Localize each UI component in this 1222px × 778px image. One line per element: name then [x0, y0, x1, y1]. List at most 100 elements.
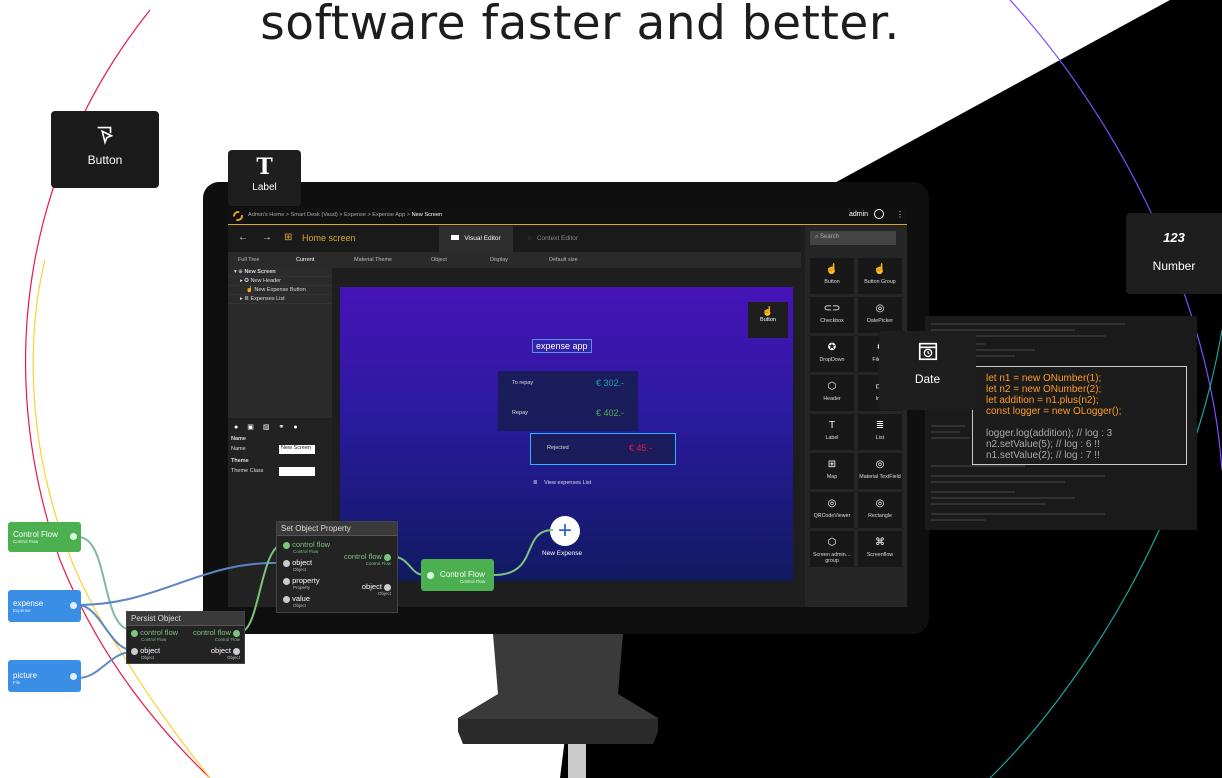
- material-theme-select[interactable]: Material Theme: [354, 252, 392, 268]
- output-port-row[interactable]: object Object: [362, 582, 391, 596]
- palette-item-label: Checkbox: [820, 318, 844, 324]
- palette-item[interactable]: T Label: [810, 414, 854, 450]
- code-line: n1.setValue(2); // log : 7 !!: [986, 450, 1100, 461]
- palette-item-label: QRCodeViewer: [813, 513, 851, 519]
- port-label: object: [292, 558, 313, 567]
- current-tab[interactable]: Current: [296, 252, 314, 268]
- props-name-label: Name: [231, 446, 246, 452]
- node-expense-sub: Expense: [13, 608, 31, 613]
- floating-number-card[interactable]: 123 Number: [1126, 213, 1222, 294]
- code-line: let addition = n1.plus(n2);: [986, 395, 1099, 406]
- floating-button-card[interactable]: Button: [51, 111, 159, 188]
- tree-item[interactable]: ▸ ✪ New Header: [228, 277, 332, 286]
- palette-item[interactable]: ☝ Button: [810, 258, 854, 294]
- output-port-row[interactable]: control flow Control Flow: [193, 628, 240, 642]
- palette-item-label: Map: [826, 474, 838, 480]
- palette-item-icon: ✪: [827, 342, 837, 353]
- back-arrow-icon[interactable]: ←: [238, 232, 248, 243]
- palette-item[interactable]: ◎ QRCodeViewer: [810, 492, 854, 528]
- tab-context-label: Context Editor: [536, 235, 579, 242]
- view-expenses-link[interactable]: ≣ View expenses List: [533, 480, 591, 486]
- rejected-row-selected[interactable]: Rejected € 45.-: [530, 433, 676, 465]
- context-icon: ◌: [527, 235, 532, 242]
- input-port-row[interactable]: object Object: [283, 558, 312, 572]
- output-port[interactable]: [70, 673, 77, 680]
- expense-row: Repay € 402.-: [512, 408, 628, 424]
- node-title: Persist Object: [127, 612, 244, 626]
- size-select[interactable]: Default size: [549, 252, 578, 268]
- canvas-button-widget[interactable]: ☝ Button: [748, 302, 788, 338]
- input-port-row[interactable]: object Object: [131, 646, 160, 660]
- palette-item[interactable]: ⌘ Screenflow: [858, 531, 902, 567]
- breadcrumb-item[interactable]: Expense: [344, 212, 366, 218]
- tree-root[interactable]: ▾ ⊕ New Screen: [228, 268, 332, 277]
- tree-item[interactable]: ▸ ≣ Expenses List: [228, 295, 332, 304]
- palette-item-label: Rectangle: [868, 513, 892, 519]
- user-avatar-icon[interactable]: [874, 209, 884, 219]
- output-port-row[interactable]: object Object: [211, 646, 240, 660]
- palette-item[interactable]: ✪ DropDown: [810, 336, 854, 372]
- port-sub: Control Flow: [365, 561, 391, 566]
- input-port-row[interactable]: control flow Control Flow: [131, 628, 178, 642]
- input-port-row[interactable]: control flow Control Flow: [283, 540, 330, 554]
- tree-item[interactable]: ☝ New Expense Button: [228, 286, 332, 295]
- port-sub: Object: [141, 655, 155, 660]
- user-name[interactable]: admin: [849, 211, 868, 218]
- forward-arrow-icon[interactable]: →: [262, 232, 272, 243]
- tab-context-editor[interactable]: ◌ Context Editor: [513, 226, 593, 252]
- floating-date-card[interactable]: Date: [879, 331, 976, 410]
- floating-label-card[interactable]: T Label: [228, 150, 301, 206]
- node-control-flow-out-sub: Control Flow: [460, 579, 486, 584]
- node-picture[interactable]: picture File: [8, 660, 81, 692]
- palette-item[interactable]: ⬡ Screen admin… group: [810, 531, 854, 567]
- tab-visual-editor[interactable]: Visual Editor: [439, 226, 513, 252]
- node-persist-object[interactable]: Persist Object control flow Control Flow …: [126, 611, 245, 664]
- output-port[interactable]: [70, 602, 77, 609]
- palette-item-label: DatePicker: [867, 318, 893, 324]
- more-menu-icon[interactable]: ⋮: [896, 210, 904, 219]
- palette-item[interactable]: ⊂⊃ Checkbox: [810, 297, 854, 333]
- app-title-badge: expense app: [532, 339, 592, 353]
- palette-item[interactable]: ⬡ Header: [810, 375, 854, 411]
- palette-item-label: Material TextField: [859, 474, 901, 480]
- component-tree: ▾ ⊕ New Screen ▸ ✪ New Header ☝ New Expe…: [228, 268, 332, 418]
- palette-item[interactable]: ◎ Rectangle: [858, 492, 902, 528]
- props-name-input[interactable]: New Screen: [279, 445, 315, 454]
- palette-item[interactable]: ≣ List: [858, 414, 902, 450]
- full-tree-tab[interactable]: Full Tree: [238, 252, 259, 268]
- object-select[interactable]: Object: [431, 252, 447, 268]
- input-port[interactable]: [427, 572, 434, 579]
- display-select[interactable]: Display: [490, 252, 508, 268]
- breadcrumb-item[interactable]: Smart Desk (Vaud): [291, 212, 338, 218]
- breadcrumb-item[interactable]: Expense App: [372, 212, 405, 218]
- palette-item-icon: ◎: [875, 459, 885, 470]
- output-port[interactable]: [70, 533, 77, 540]
- props-theme-class-input[interactable]: [279, 467, 315, 476]
- palette-item[interactable]: ☝ Button Group: [858, 258, 902, 294]
- palette-item-icon: T: [828, 420, 836, 431]
- input-port-row[interactable]: property Property: [283, 576, 320, 590]
- search-icon: ⌕: [815, 234, 819, 240]
- input-port-row[interactable]: value Object: [283, 594, 310, 608]
- port-sub: Object: [293, 567, 307, 572]
- expense-row-label: Repay: [512, 410, 528, 416]
- palette-item[interactable]: ◎ Material TextField: [858, 453, 902, 489]
- palette-item-label: Screen admin… group: [813, 552, 851, 564]
- node-picture-sub: File: [13, 680, 21, 685]
- port-sub: Control Flow: [214, 637, 240, 642]
- node-control-flow-out[interactable]: Control Flow Control Flow: [421, 559, 494, 591]
- port-label: property: [292, 576, 320, 585]
- port-label: object: [361, 582, 382, 591]
- output-port-row[interactable]: control flow Control Flow: [344, 552, 391, 566]
- properties-icon-bar: ●▣▨⚭●: [234, 424, 307, 431]
- folder-icon: [451, 235, 460, 240]
- port-sub: Control Flow: [141, 637, 167, 642]
- node-control-flow[interactable]: Control Flow Control Flow: [8, 522, 81, 552]
- node-expense[interactable]: expense Expense: [8, 590, 81, 622]
- breadcrumb-item[interactable]: Admin's Home: [248, 212, 284, 218]
- app-logo-icon: [233, 211, 243, 221]
- node-set-object-property[interactable]: Set Object Property control flow Control …: [276, 521, 398, 613]
- palette-item[interactable]: ⊞ Map: [810, 453, 854, 489]
- palette-item[interactable]: ◎ DatePicker: [858, 297, 902, 333]
- palette-search[interactable]: ⌕ Search: [810, 231, 896, 245]
